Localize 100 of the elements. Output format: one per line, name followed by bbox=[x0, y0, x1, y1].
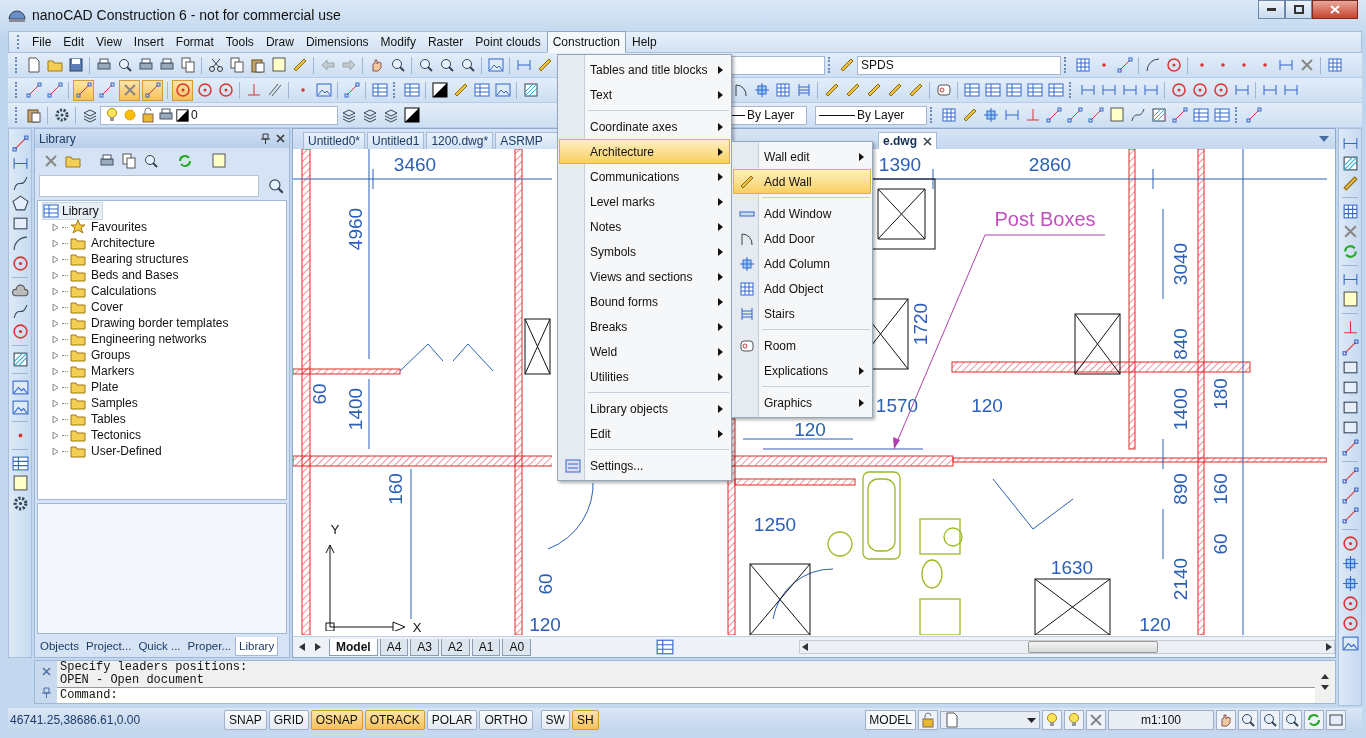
rectangle-icon[interactable] bbox=[1341, 419, 1359, 436]
arc-icon[interactable] bbox=[1144, 57, 1161, 73]
menu-item[interactable]: Coordinate axes bbox=[559, 114, 730, 139]
perpendicular-icon[interactable] bbox=[1341, 319, 1359, 336]
hatch-icon[interactable] bbox=[1341, 155, 1359, 172]
magnifier-icon[interactable] bbox=[143, 153, 159, 169]
tree-item[interactable]: Library bbox=[42, 202, 103, 220]
menu-item[interactable]: Raster bbox=[421, 31, 470, 53]
menu-item[interactable]: Help bbox=[626, 31, 663, 53]
panel-tab[interactable]: Proper... bbox=[184, 637, 235, 655]
door-icon[interactable] bbox=[739, 230, 755, 247]
menu-item[interactable]: Modify bbox=[374, 31, 422, 53]
maximize-button[interactable] bbox=[1285, 0, 1312, 19]
expand-arrow-icon[interactable] bbox=[52, 238, 60, 248]
line-icon[interactable] bbox=[1087, 107, 1104, 123]
tree-item[interactable]: Groups bbox=[91, 348, 131, 362]
ruler-icon[interactable] bbox=[865, 82, 882, 98]
layers-icon[interactable] bbox=[340, 107, 357, 123]
magnifier-icon[interactable] bbox=[1240, 712, 1256, 728]
layout-tab[interactable]: A2 bbox=[441, 638, 470, 656]
expand-arrow-icon[interactable] bbox=[52, 366, 60, 376]
tree-item[interactable]: Tectonics bbox=[91, 428, 142, 442]
room-icon[interactable] bbox=[739, 337, 755, 354]
table-icon[interactable] bbox=[43, 203, 59, 219]
redo-icon[interactable] bbox=[340, 57, 357, 73]
magnifier-icon[interactable] bbox=[1284, 712, 1300, 728]
stairs-icon[interactable] bbox=[739, 305, 755, 322]
mode-toggle[interactable]: OSNAP bbox=[310, 710, 363, 730]
hatch-icon[interactable] bbox=[522, 82, 539, 98]
document-tab[interactable]: Untitled1 bbox=[367, 132, 425, 149]
folder-icon[interactable] bbox=[65, 153, 81, 169]
ruler-icon[interactable] bbox=[452, 82, 469, 98]
scroll-right-icon[interactable] bbox=[315, 643, 321, 651]
table-icon[interactable] bbox=[403, 82, 420, 98]
scroll-down-icon[interactable] bbox=[1321, 685, 1329, 690]
table-icon[interactable] bbox=[473, 82, 490, 98]
folder-icon[interactable] bbox=[70, 267, 86, 283]
note-icon[interactable] bbox=[1108, 107, 1125, 123]
menu-item[interactable]: Edit bbox=[57, 31, 91, 53]
menu-item[interactable]: Breaks bbox=[559, 314, 730, 339]
settings-icon[interactable] bbox=[565, 457, 581, 474]
dimension-icon[interactable] bbox=[1003, 107, 1020, 123]
menu-item[interactable]: Add Door bbox=[733, 226, 871, 251]
line-icon[interactable] bbox=[1341, 487, 1359, 504]
copy-icon[interactable] bbox=[121, 153, 137, 169]
line-icon[interactable] bbox=[1171, 107, 1188, 123]
dimension-icon[interactable] bbox=[1079, 82, 1096, 98]
folder-icon[interactable] bbox=[70, 251, 86, 267]
menu-item[interactable]: Architecture bbox=[559, 139, 730, 164]
magnifier-icon[interactable] bbox=[459, 57, 476, 73]
layers-icon[interactable] bbox=[81, 107, 98, 123]
menu-item[interactable]: Dimensions bbox=[299, 31, 375, 53]
line-icon[interactable] bbox=[1341, 439, 1359, 456]
cross-icon[interactable] bbox=[1298, 57, 1315, 73]
tree-item[interactable]: Drawing border templates bbox=[91, 316, 229, 330]
document-tab[interactable]: e.dwg bbox=[878, 132, 937, 149]
perpendicular-icon[interactable] bbox=[245, 82, 262, 98]
folder-icon[interactable] bbox=[70, 427, 86, 443]
dimension-icon[interactable] bbox=[1277, 57, 1294, 73]
mode-toggle[interactable]: SNAP bbox=[224, 710, 267, 730]
copy-icon[interactable] bbox=[179, 57, 196, 73]
circle-icon[interactable] bbox=[1212, 82, 1229, 98]
clipboard-icon[interactable] bbox=[25, 107, 42, 123]
document-tab[interactable]: 1200.dwg* bbox=[426, 132, 494, 149]
folder-icon[interactable] bbox=[70, 363, 86, 379]
menu-item[interactable]: Construction bbox=[546, 31, 627, 53]
rectangle-icon[interactable] bbox=[1328, 712, 1344, 728]
image-icon[interactable] bbox=[487, 57, 504, 73]
panel-tab[interactable]: Project... bbox=[83, 637, 135, 655]
arc-icon[interactable] bbox=[11, 235, 29, 252]
grid-icon[interactable] bbox=[774, 82, 791, 98]
lineweight-combo[interactable]: By Layer bbox=[815, 105, 927, 125]
menu-item[interactable]: Views and sections bbox=[559, 264, 730, 289]
layers-icon[interactable] bbox=[361, 107, 378, 123]
expand-arrow-icon[interactable] bbox=[52, 286, 60, 296]
tree-item[interactable]: Cover bbox=[91, 300, 123, 314]
expand-arrow-icon[interactable] bbox=[52, 398, 60, 408]
gear-icon[interactable] bbox=[53, 107, 70, 123]
lock-icon[interactable] bbox=[920, 712, 936, 728]
refresh-icon[interactable] bbox=[177, 153, 193, 169]
folder-icon[interactable] bbox=[70, 411, 86, 427]
menu-item[interactable]: Add Object bbox=[733, 276, 871, 301]
ruler-icon[interactable] bbox=[844, 82, 861, 98]
door-icon[interactable] bbox=[732, 82, 749, 98]
expand-arrow-icon[interactable] bbox=[52, 318, 60, 328]
color-swatch-icon[interactable] bbox=[431, 82, 448, 98]
dimension-icon[interactable] bbox=[1100, 82, 1117, 98]
menu-item[interactable]: Add Window bbox=[733, 201, 871, 226]
folder-icon[interactable] bbox=[70, 299, 86, 315]
layout-tab[interactable]: Model bbox=[329, 638, 378, 656]
folder-icon[interactable] bbox=[70, 331, 86, 347]
ruler-icon[interactable] bbox=[838, 57, 855, 73]
text-style-combo[interactable]: SPDS bbox=[857, 55, 1061, 75]
folder-icon[interactable] bbox=[70, 443, 86, 459]
color-swatch-icon[interactable] bbox=[403, 107, 420, 123]
menu-item[interactable]: Tools bbox=[219, 31, 260, 53]
menu-item[interactable]: Utilities bbox=[559, 364, 730, 389]
panel-tab[interactable]: Objects bbox=[37, 637, 82, 655]
circle-icon[interactable] bbox=[217, 82, 234, 98]
column-icon[interactable] bbox=[982, 107, 999, 123]
